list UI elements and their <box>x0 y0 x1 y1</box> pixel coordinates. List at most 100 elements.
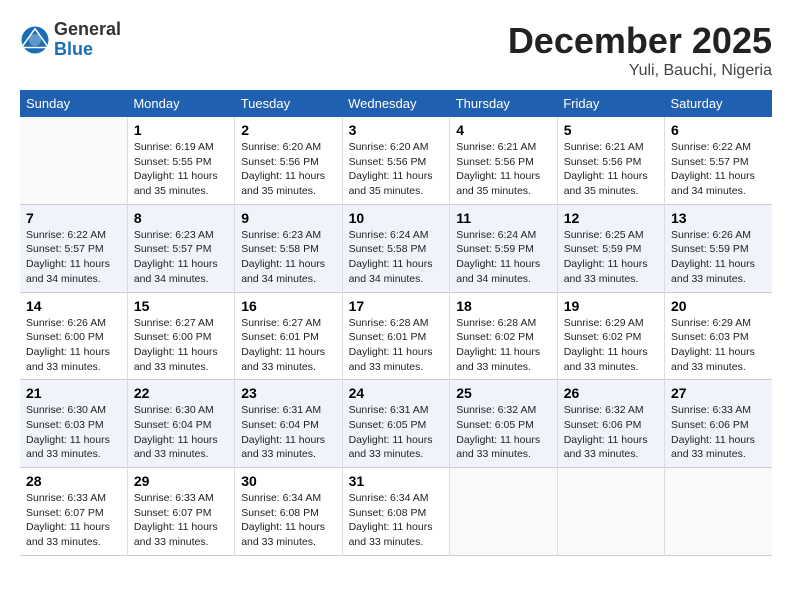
header-monday: Monday <box>127 90 234 117</box>
day-info: Sunrise: 6:19 AMSunset: 5:55 PMDaylight:… <box>134 140 228 199</box>
day-info: Sunrise: 6:32 AMSunset: 6:06 PMDaylight:… <box>564 403 658 462</box>
day-number: 19 <box>564 298 658 314</box>
day-info: Sunrise: 6:27 AMSunset: 6:01 PMDaylight:… <box>241 316 335 375</box>
header-thursday: Thursday <box>450 90 557 117</box>
day-info: Sunrise: 6:26 AMSunset: 5:59 PMDaylight:… <box>671 228 766 287</box>
logo: General Blue <box>20 20 121 60</box>
day-info: Sunrise: 6:23 AMSunset: 5:57 PMDaylight:… <box>134 228 228 287</box>
calendar-cell <box>450 468 557 556</box>
calendar-cell: 28 Sunrise: 6:33 AMSunset: 6:07 PMDayligh… <box>20 468 127 556</box>
day-number: 13 <box>671 210 766 226</box>
calendar-cell: 9 Sunrise: 6:23 AMSunset: 5:58 PMDaylight… <box>235 204 342 292</box>
calendar-cell: 6Sunrise: 6:22 AMSunset: 5:57 PMDaylight… <box>665 117 772 204</box>
day-info: Sunrise: 6:21 AMSunset: 5:56 PMDaylight:… <box>564 140 658 199</box>
calendar-cell: 29Sunrise: 6:33 AMSunset: 6:07 PMDayligh… <box>127 468 234 556</box>
day-number: 27 <box>671 385 766 401</box>
calendar-cell: 5Sunrise: 6:21 AMSunset: 5:56 PMDaylight… <box>557 117 664 204</box>
calendar-week-row: 21 Sunrise: 6:30 AMSunset: 6:03 PMDayligh… <box>20 380 772 468</box>
day-info: Sunrise: 6:29 AMSunset: 6:02 PMDaylight:… <box>564 316 658 375</box>
day-number: 31 <box>349 473 444 489</box>
day-number: 9 <box>241 210 335 226</box>
day-number: 7 <box>26 210 121 226</box>
calendar-cell: 21 Sunrise: 6:30 AMSunset: 6:03 PMDayligh… <box>20 380 127 468</box>
location: Yuli, Bauchi, Nigeria <box>508 62 772 80</box>
calendar-cell <box>665 468 772 556</box>
day-number: 17 <box>349 298 444 314</box>
day-number: 28 <box>26 473 121 489</box>
day-info: Sunrise: 6:20 AMSunset: 5:56 PMDaylight:… <box>241 140 335 199</box>
day-number: 12 <box>564 210 658 226</box>
day-number: 10 <box>349 210 444 226</box>
calendar-week-row: 7 Sunrise: 6:22 AMSunset: 5:57 PMDaylight… <box>20 204 772 292</box>
calendar-cell: 27 Sunrise: 6:33 AMSunset: 6:06 PMDayligh… <box>665 380 772 468</box>
day-number: 2 <box>241 122 335 138</box>
day-info: Sunrise: 6:31 AMSunset: 6:05 PMDaylight:… <box>349 403 444 462</box>
day-number: 6 <box>671 122 766 138</box>
day-number: 29 <box>134 473 228 489</box>
day-info: Sunrise: 6:34 AMSunset: 6:08 PMDaylight:… <box>241 491 335 550</box>
calendar-cell: 25Sunrise: 6:32 AMSunset: 6:05 PMDayligh… <box>450 380 557 468</box>
day-number: 16 <box>241 298 335 314</box>
title-block: December 2025 Yuli, Bauchi, Nigeria <box>508 20 772 80</box>
day-info: Sunrise: 6:23 AMSunset: 5:58 PMDaylight:… <box>241 228 335 287</box>
day-number: 1 <box>134 122 228 138</box>
calendar-cell: 18 Sunrise: 6:28 AMSunset: 6:02 PMDayligh… <box>450 292 557 380</box>
calendar-week-row: 1 Sunrise: 6:19 AMSunset: 5:55 PMDaylight… <box>20 117 772 204</box>
calendar-cell: 11 Sunrise: 6:24 AMSunset: 5:59 PMDayligh… <box>450 204 557 292</box>
day-info: Sunrise: 6:28 AMSunset: 6:01 PMDaylight:… <box>349 316 444 375</box>
day-info: Sunrise: 6:20 AMSunset: 5:56 PMDaylight:… <box>349 140 444 199</box>
day-info: Sunrise: 6:24 AMSunset: 5:59 PMDaylight:… <box>456 228 550 287</box>
logo-blue-text: Blue <box>54 40 121 60</box>
day-number: 22 <box>134 385 228 401</box>
day-info: Sunrise: 6:27 AMSunset: 6:00 PMDaylight:… <box>134 316 228 375</box>
day-number: 4 <box>456 122 550 138</box>
day-info: Sunrise: 6:21 AMSunset: 5:56 PMDaylight:… <box>456 140 550 199</box>
header-friday: Friday <box>557 90 664 117</box>
day-info: Sunrise: 6:28 AMSunset: 6:02 PMDaylight:… <box>456 316 550 375</box>
day-number: 23 <box>241 385 335 401</box>
day-number: 14 <box>26 298 121 314</box>
calendar-cell: 3 Sunrise: 6:20 AMSunset: 5:56 PMDaylight… <box>342 117 450 204</box>
day-info: Sunrise: 6:33 AMSunset: 6:07 PMDaylight:… <box>26 491 121 550</box>
day-number: 21 <box>26 385 121 401</box>
day-info: Sunrise: 6:34 AMSunset: 6:08 PMDaylight:… <box>349 491 444 550</box>
calendar-table: SundayMondayTuesdayWednesdayThursdayFrid… <box>20 90 772 556</box>
header-tuesday: Tuesday <box>235 90 342 117</box>
calendar-cell: 23Sunrise: 6:31 AMSunset: 6:04 PMDayligh… <box>235 380 342 468</box>
day-number: 18 <box>456 298 550 314</box>
calendar-cell: 4 Sunrise: 6:21 AMSunset: 5:56 PMDaylight… <box>450 117 557 204</box>
calendar-cell <box>557 468 664 556</box>
calendar-cell: 31 Sunrise: 6:34 AMSunset: 6:08 PMDayligh… <box>342 468 450 556</box>
day-info: Sunrise: 6:30 AMSunset: 6:03 PMDaylight:… <box>26 403 121 462</box>
calendar-cell: 7 Sunrise: 6:22 AMSunset: 5:57 PMDaylight… <box>20 204 127 292</box>
month-title: December 2025 <box>508 20 772 62</box>
calendar-cell: 13 Sunrise: 6:26 AMSunset: 5:59 PMDayligh… <box>665 204 772 292</box>
calendar-cell: 24Sunrise: 6:31 AMSunset: 6:05 PMDayligh… <box>342 380 450 468</box>
calendar-cell: 15 Sunrise: 6:27 AMSunset: 6:00 PMDayligh… <box>127 292 234 380</box>
day-info: Sunrise: 6:29 AMSunset: 6:03 PMDaylight:… <box>671 316 766 375</box>
calendar-week-row: 14Sunrise: 6:26 AMSunset: 6:00 PMDayligh… <box>20 292 772 380</box>
day-number: 20 <box>671 298 766 314</box>
calendar-cell: 10Sunrise: 6:24 AMSunset: 5:58 PMDayligh… <box>342 204 450 292</box>
page-header: General Blue December 2025 Yuli, Bauchi,… <box>20 20 772 80</box>
calendar-header-row: SundayMondayTuesdayWednesdayThursdayFrid… <box>20 90 772 117</box>
day-number: 26 <box>564 385 658 401</box>
day-info: Sunrise: 6:33 AMSunset: 6:06 PMDaylight:… <box>671 403 766 462</box>
day-number: 11 <box>456 210 550 226</box>
day-info: Sunrise: 6:25 AMSunset: 5:59 PMDaylight:… <box>564 228 658 287</box>
calendar-week-row: 28 Sunrise: 6:33 AMSunset: 6:07 PMDayligh… <box>20 468 772 556</box>
header-saturday: Saturday <box>665 90 772 117</box>
day-info: Sunrise: 6:22 AMSunset: 5:57 PMDaylight:… <box>26 228 121 287</box>
calendar-cell: 20 Sunrise: 6:29 AMSunset: 6:03 PMDayligh… <box>665 292 772 380</box>
day-number: 3 <box>349 122 444 138</box>
calendar-cell: 17 Sunrise: 6:28 AMSunset: 6:01 PMDayligh… <box>342 292 450 380</box>
logo-general-text: General <box>54 20 121 40</box>
calendar-cell: 16 Sunrise: 6:27 AMSunset: 6:01 PMDayligh… <box>235 292 342 380</box>
day-number: 8 <box>134 210 228 226</box>
day-number: 15 <box>134 298 228 314</box>
calendar-cell: 1 Sunrise: 6:19 AMSunset: 5:55 PMDaylight… <box>127 117 234 204</box>
calendar-cell: 12 Sunrise: 6:25 AMSunset: 5:59 PMDayligh… <box>557 204 664 292</box>
calendar-cell: 22Sunrise: 6:30 AMSunset: 6:04 PMDayligh… <box>127 380 234 468</box>
day-info: Sunrise: 6:32 AMSunset: 6:05 PMDaylight:… <box>456 403 550 462</box>
calendar-cell: 26 Sunrise: 6:32 AMSunset: 6:06 PMDayligh… <box>557 380 664 468</box>
